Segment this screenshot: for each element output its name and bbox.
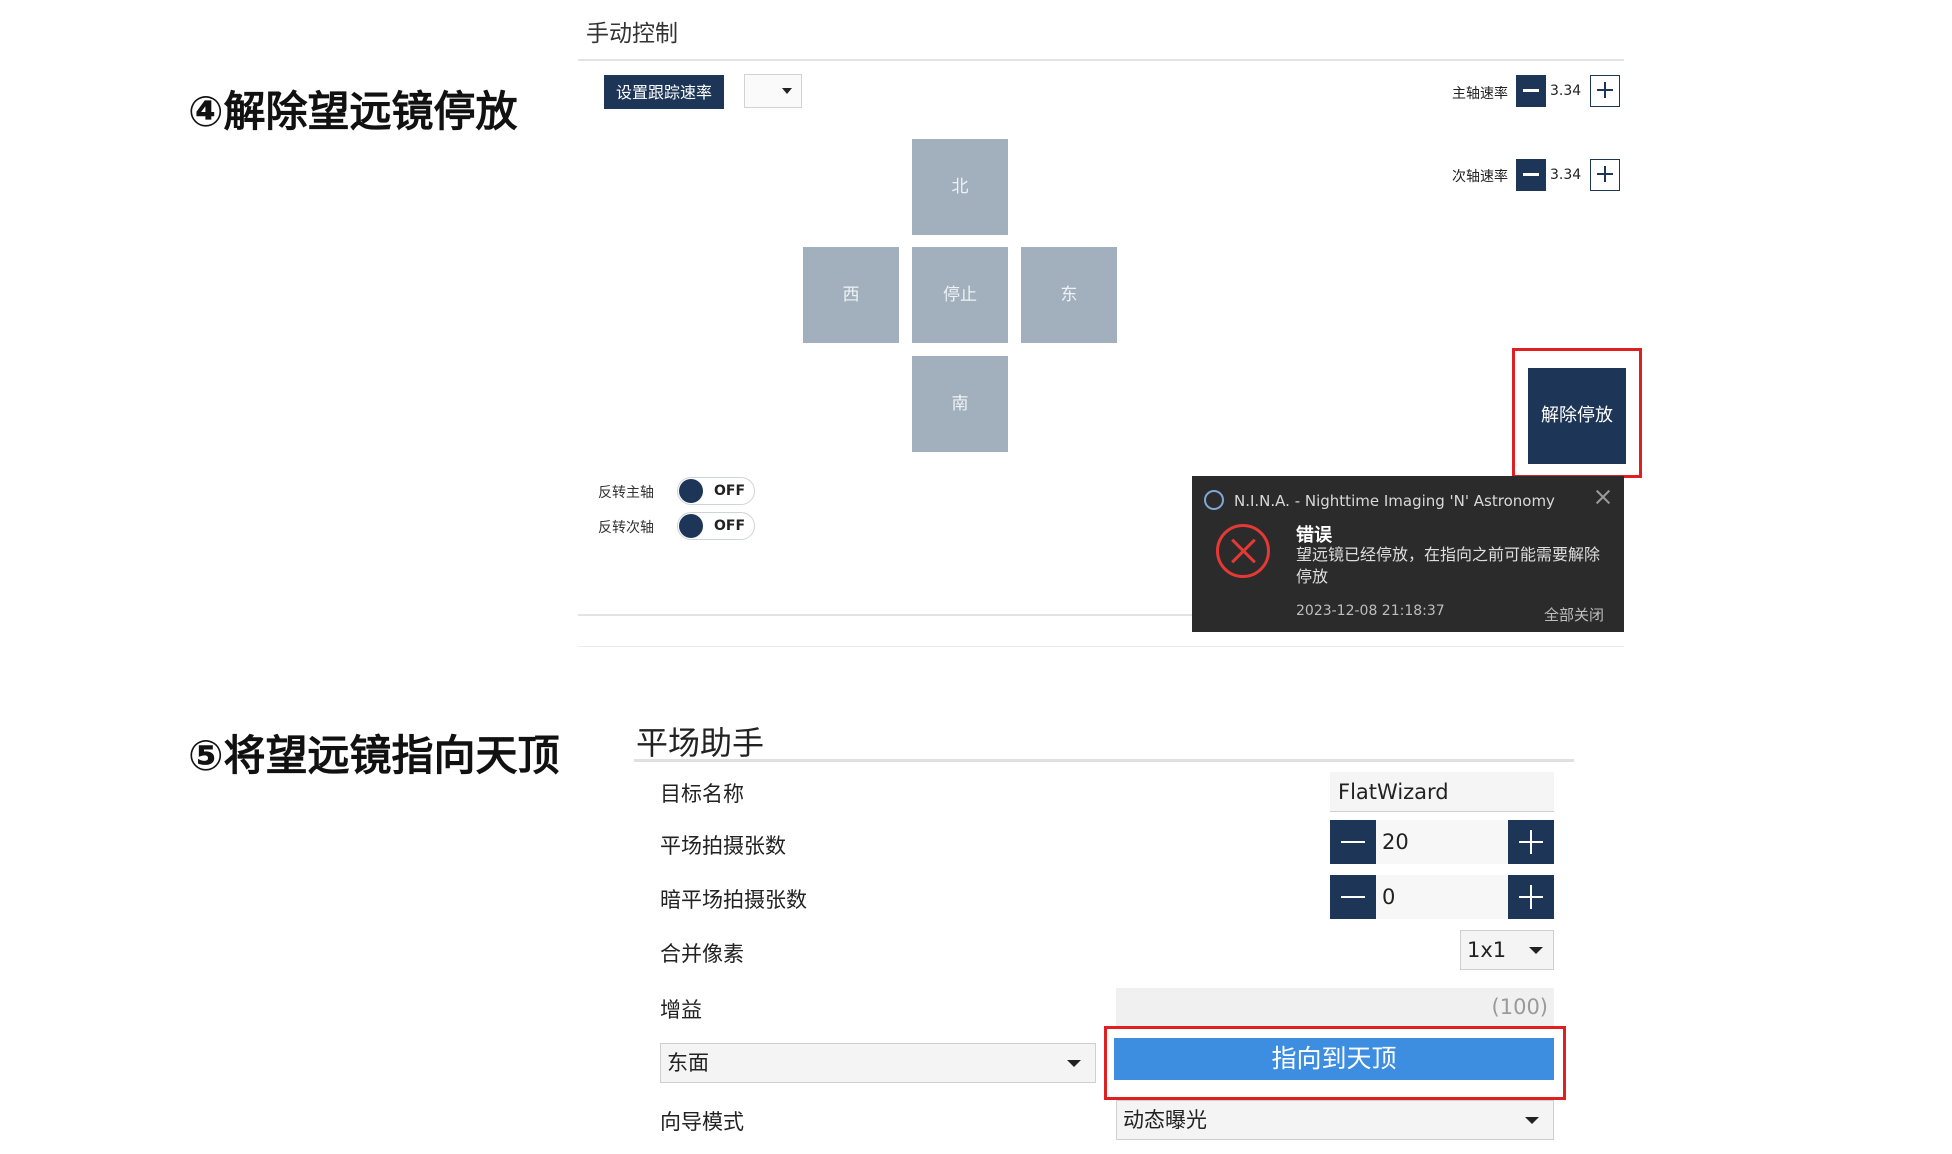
close-all-button[interactable]: 全部关闭 (1544, 604, 1604, 625)
stop-button[interactable]: 停止 (912, 247, 1008, 343)
unpark-button[interactable]: 解除停放 (1528, 368, 1626, 464)
manual-control-panel: 手动控制 设置跟踪速率 主轴速率 3.34 次轴速率 3.34 北 西 停止 东… (578, 0, 1642, 648)
dark-flat-count-label: 暗平场拍摄张数 (660, 888, 807, 912)
secondary-rate-increase-button[interactable] (1590, 159, 1620, 191)
dark-flat-count-stepper: 0 (1330, 875, 1554, 919)
dark-flat-count-decrease-button[interactable] (1330, 875, 1376, 919)
binning-label: 合并像素 (660, 942, 744, 966)
divider (634, 759, 1574, 762)
error-icon (1216, 524, 1270, 578)
primary-rate-stepper: 3.34 (1516, 75, 1620, 107)
flat-count-label: 平场拍摄张数 (660, 834, 786, 858)
secondary-rate-decrease-button[interactable] (1516, 159, 1546, 191)
move-north-button[interactable]: 北 (912, 139, 1008, 235)
toggle-state: OFF (714, 518, 746, 534)
flat-count-increase-button[interactable] (1508, 820, 1554, 864)
wizard-mode-value: 动态曝光 (1123, 1108, 1207, 1132)
notification-timestamp: 2023-12-08 21:18:37 (1296, 603, 1445, 619)
primary-rate-decrease-button[interactable] (1516, 75, 1546, 107)
reverse-primary-label: 反转主轴 (598, 485, 654, 501)
toggle-knob (679, 514, 703, 538)
notification-app-name: N.I.N.A. - Nighttime Imaging 'N' Astrono… (1234, 492, 1555, 510)
chevron-down-icon (1525, 1117, 1539, 1124)
chevron-down-icon (1529, 947, 1543, 954)
flat-wizard-title: 平场助手 (636, 724, 765, 762)
flat-count-decrease-button[interactable] (1330, 820, 1376, 864)
chevron-down-icon (782, 88, 792, 94)
reverse-secondary-toggle[interactable]: OFF (677, 512, 755, 540)
step5-heading: ⑤将望远镜指向天顶 (188, 731, 560, 780)
notification-message: 望远镜已经停放，在指向之前可能需要解除停放 (1296, 545, 1601, 586)
error-notification: N.I.N.A. - Nighttime Imaging 'N' Astrono… (1192, 476, 1624, 632)
binning-select[interactable]: 1x1 (1460, 930, 1554, 970)
secondary-rate-label: 次轴速率 (1452, 169, 1508, 185)
step4-heading: ④解除望远镜停放 (188, 87, 518, 136)
secondary-rate-input[interactable]: 3.34 (1546, 159, 1590, 191)
move-west-button[interactable]: 西 (803, 247, 899, 343)
primary-rate-input[interactable]: 3.34 (1546, 75, 1590, 107)
dark-flat-count-increase-button[interactable] (1508, 875, 1554, 919)
move-east-button[interactable]: 东 (1021, 247, 1117, 343)
target-name-label: 目标名称 (660, 782, 744, 806)
move-south-button[interactable]: 南 (912, 356, 1008, 452)
divider (578, 646, 1624, 647)
toggle-state: OFF (714, 483, 746, 499)
reverse-secondary-label: 反转次轴 (598, 520, 654, 536)
wizard-mode-label: 向导模式 (660, 1110, 744, 1134)
wizard-mode-select[interactable]: 动态曝光 (1116, 1100, 1554, 1140)
gain-label: 增益 (660, 998, 702, 1022)
primary-rate-increase-button[interactable] (1590, 75, 1620, 107)
pier-side-select[interactable]: 东面 (660, 1043, 1096, 1083)
secondary-rate-stepper: 3.34 (1516, 159, 1620, 191)
flat-wizard-panel: 平场助手 目标名称 FlatWizard 平场拍摄张数 20 暗平场拍摄张数 0… (634, 712, 1576, 1154)
manual-control-title: 手动控制 (586, 21, 678, 47)
reverse-primary-toggle[interactable]: OFF (677, 477, 755, 505)
dark-flat-count-input[interactable]: 0 (1376, 875, 1508, 919)
close-icon[interactable] (1594, 488, 1612, 506)
toggle-knob (679, 479, 703, 503)
gain-input[interactable]: (100) (1116, 988, 1554, 1026)
set-tracking-rate-button[interactable]: 设置跟踪速率 (604, 75, 724, 109)
tracking-rate-select[interactable] (744, 74, 802, 108)
flat-count-stepper: 20 (1330, 820, 1554, 864)
pier-side-value: 东面 (667, 1051, 709, 1075)
flat-count-input[interactable]: 20 (1376, 820, 1508, 864)
nina-app-icon (1204, 490, 1224, 510)
chevron-down-icon (1067, 1060, 1081, 1067)
binning-value: 1x1 (1467, 938, 1507, 962)
primary-rate-label: 主轴速率 (1452, 86, 1508, 102)
target-name-input[interactable]: FlatWizard (1330, 772, 1554, 812)
point-to-zenith-button[interactable]: 指向到天顶 (1114, 1038, 1554, 1080)
divider (578, 59, 1624, 61)
